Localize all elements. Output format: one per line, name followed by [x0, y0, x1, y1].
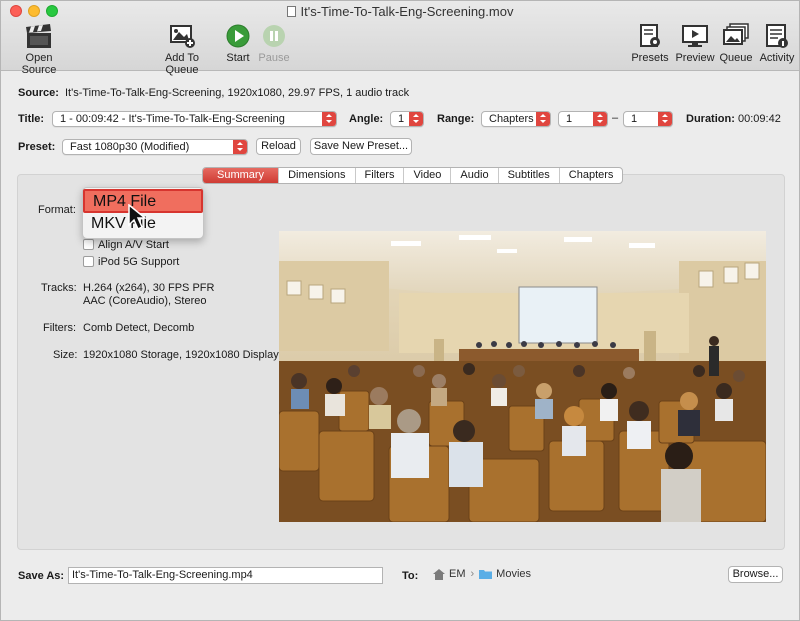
destination-path[interactable]: EM › Movies — [433, 568, 531, 580]
add-to-queue-button[interactable]: Add To Queue — [147, 23, 217, 76]
duration-label: Duration: — [686, 113, 735, 125]
preset-popup[interactable]: Fast 1080p30 (Modified) — [62, 139, 248, 155]
open-source-button[interactable]: Open Source — [7, 23, 71, 76]
duration-value: 00:09:42 — [738, 113, 781, 125]
range-start-popup[interactable]: 1 — [558, 111, 608, 127]
folder-icon — [479, 570, 493, 579]
title-popup[interactable]: 1 - 00:09:42 - It's-Time-To-Talk-Eng-Scr… — [52, 111, 337, 127]
size-label: Size: — [53, 349, 78, 361]
filters-value: Comb Detect, Decomb — [83, 322, 195, 334]
preview-button[interactable]: Preview — [674, 23, 716, 64]
save-as-value: It's-Time-To-Talk-Eng-Screening.mp4 — [72, 569, 253, 581]
size-value: 1920x1080 Storage, 1920x1080 Display — [83, 349, 279, 361]
chevron-updown-icon — [658, 112, 672, 126]
path-folder: Movies — [496, 568, 532, 580]
presets-icon — [640, 24, 660, 47]
tracks-video: H.264 (x264), 30 FPS PFR — [83, 282, 215, 294]
tab-summary[interactable]: Summary — [203, 168, 279, 183]
chevron-updown-icon — [322, 112, 336, 126]
save-as-input[interactable]: It's-Time-To-Talk-Eng-Screening.mp4 — [68, 567, 383, 584]
path-home: EM — [449, 568, 466, 580]
range-popup-value: Chapters — [489, 113, 534, 125]
angle-popup-value: 1 — [398, 113, 405, 125]
chevron-updown-icon — [593, 112, 607, 126]
preset-popup-value: Fast 1080p30 (Modified) — [70, 141, 190, 153]
range-popup[interactable]: Chapters — [481, 111, 551, 127]
chevron-updown-icon — [233, 140, 247, 154]
activity-button[interactable]: Activity — [757, 23, 797, 64]
clapperboard-icon — [26, 24, 51, 48]
tracks-label: Tracks: — [41, 282, 77, 294]
preset-label: Preset: — [18, 141, 56, 153]
chevron-updown-icon — [409, 112, 423, 126]
window-title: It's-Time-To-Talk-Eng-Screening.mov — [1, 4, 799, 19]
tab-audio[interactable]: Audio — [450, 168, 497, 183]
tab-subtitles[interactable]: Subtitles — [497, 168, 559, 183]
tab-bar: Summary Dimensions Filters Video Audio S… — [202, 167, 624, 184]
title-toolbar: It's-Time-To-Talk-Eng-Screening.mov Open… — [1, 1, 799, 76]
tab-dimensions[interactable]: Dimensions — [278, 168, 354, 183]
format-label: Format: — [38, 204, 76, 216]
align-av-checkbox[interactable] — [83, 239, 94, 250]
home-icon — [433, 568, 445, 580]
tab-video[interactable]: Video — [403, 168, 450, 183]
tab-chapters[interactable]: Chapters — [558, 168, 623, 183]
tab-filters[interactable]: Filters — [354, 168, 404, 183]
source-info: It's-Time-To-Talk-Eng-Screening, 1920x10… — [65, 87, 410, 99]
start-button[interactable]: Start — [222, 23, 254, 64]
tracks-audio: AAC (CoreAudio), Stereo — [83, 295, 207, 307]
activity-log-icon — [766, 24, 788, 48]
queue-button[interactable]: Queue — [717, 23, 755, 64]
title-popup-value: 1 - 00:09:42 - It's-Time-To-Talk-Eng-Scr… — [60, 113, 285, 125]
preview-image — [279, 231, 766, 522]
align-av-label: Align A/V Start — [98, 239, 169, 251]
reload-button[interactable]: Reload — [256, 138, 301, 155]
browse-button[interactable]: Browse... — [728, 566, 783, 583]
angle-popup[interactable]: 1 — [390, 111, 424, 127]
title-label: Title: — [18, 113, 45, 125]
save-new-preset-button[interactable]: Save New Preset... — [310, 138, 412, 155]
source-label: Source: — [18, 87, 59, 99]
angle-label: Angle: — [349, 113, 384, 125]
chevron-updown-icon — [536, 112, 550, 126]
destination-label: To: — [402, 570, 419, 582]
add-queue-icon — [170, 25, 195, 48]
range-separator: – — [612, 112, 619, 124]
ipod-label: iPod 5G Support — [98, 256, 180, 268]
range-start-value: 1 — [566, 113, 573, 125]
presets-button[interactable]: Presets — [629, 23, 671, 64]
queue-icon — [723, 23, 749, 45]
ipod-checkbox[interactable] — [83, 256, 94, 267]
mouse-cursor-icon — [128, 204, 147, 231]
save-as-label: Save As: — [18, 570, 65, 582]
range-end-popup[interactable]: 1 — [623, 111, 673, 127]
pause-button[interactable]: Pause — [258, 23, 290, 64]
range-label: Range: — [437, 113, 475, 125]
range-end-value: 1 — [631, 113, 638, 125]
app-window: It's-Time-To-Talk-Eng-Screening.mov Open… — [0, 0, 800, 621]
path-separator: › — [470, 568, 475, 580]
play-icon — [226, 24, 250, 48]
pause-icon — [263, 25, 285, 47]
monitor-icon — [682, 25, 708, 47]
document-icon — [286, 6, 296, 17]
filters-label: Filters: — [43, 322, 76, 334]
